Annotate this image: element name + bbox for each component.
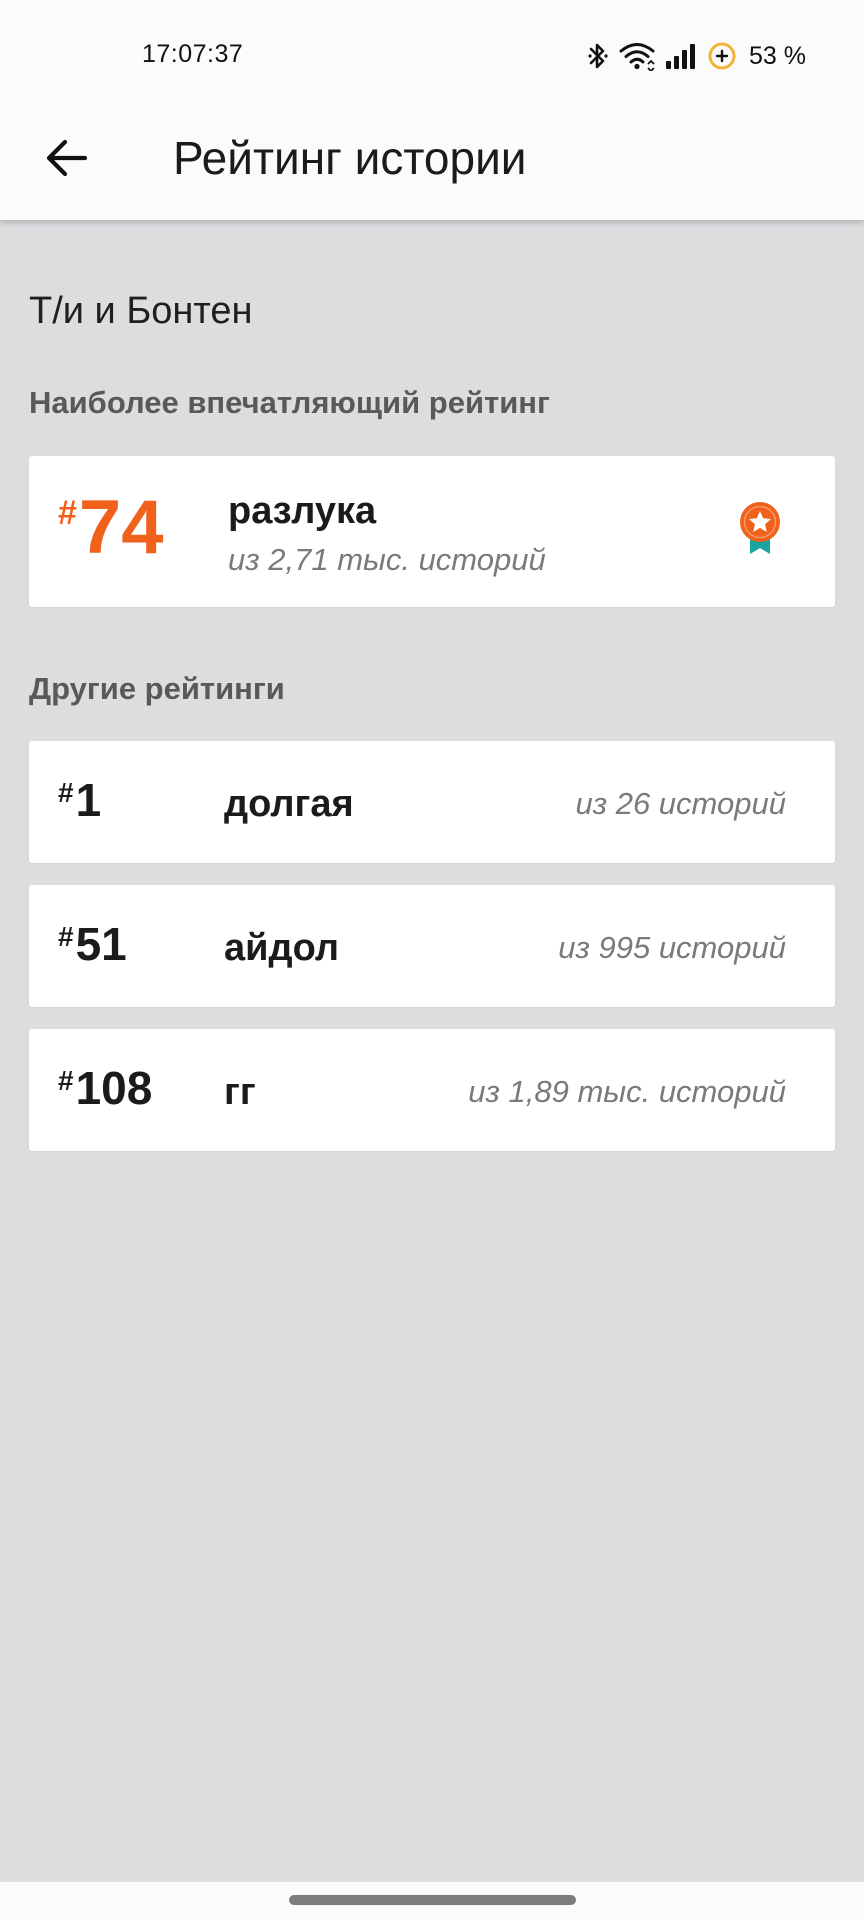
navigation-bar	[0, 1882, 864, 1920]
arrow-left-icon	[45, 138, 89, 183]
wifi-icon	[619, 41, 655, 71]
best-rank: # 74	[58, 485, 164, 570]
page-title: Рейтинг истории	[173, 132, 527, 184]
ranking-row[interactable]: # 108 гг из 1,89 тыс. историй	[29, 1029, 835, 1151]
rank: # 1	[58, 777, 101, 823]
rank-number: 74	[78, 485, 164, 570]
best-ranking-tag: разлука	[228, 490, 377, 532]
best-ranking-card[interactable]: # 74 разлука из 2,71 тыс. историй	[29, 456, 835, 607]
rank-hash: #	[58, 494, 77, 532]
best-ranking-heading: Наиболее впечатляющий рейтинг	[29, 385, 550, 420]
status-icons: 53 %	[587, 40, 806, 72]
signal-icon	[665, 42, 697, 70]
home-indicator[interactable]	[289, 1895, 576, 1905]
best-ranking-count: из 2,71 тыс. историй	[228, 542, 546, 577]
ranking-count: из 26 историй	[575, 786, 786, 821]
ranking-tag: долгая	[224, 783, 354, 825]
story-title: Т/и и Бонтен	[29, 290, 253, 332]
ranking-count: из 995 историй	[558, 930, 786, 965]
status-time: 17:07:37	[142, 40, 244, 68]
app-bar: Рейтинг истории	[0, 100, 864, 220]
other-rankings-heading: Другие рейтинги	[29, 671, 285, 706]
status-bar: 17:07:37 53 %	[0, 0, 864, 100]
rank-hash: #	[58, 1065, 74, 1096]
rank: # 108	[58, 1065, 152, 1111]
battery-percentage: 53 %	[749, 41, 806, 70]
ranking-tag: гг	[224, 1071, 256, 1113]
award-ribbon-icon	[738, 500, 784, 561]
ranking-row[interactable]: # 51 айдол из 995 историй	[29, 885, 835, 1007]
rank-hash: #	[58, 921, 74, 952]
rank-hash: #	[58, 777, 74, 808]
rank-number: 108	[75, 1062, 153, 1114]
rank-number: 1	[75, 774, 102, 826]
ranking-row[interactable]: # 1 долгая из 26 историй	[29, 741, 835, 863]
ranking-tag: айдол	[224, 927, 340, 969]
rank: # 51	[58, 921, 127, 967]
bluetooth-icon	[587, 41, 609, 71]
back-button[interactable]	[30, 128, 104, 192]
battery-saver-icon	[707, 41, 737, 71]
ranking-count: из 1,89 тыс. историй	[468, 1074, 786, 1109]
rank-number: 51	[75, 918, 127, 970]
